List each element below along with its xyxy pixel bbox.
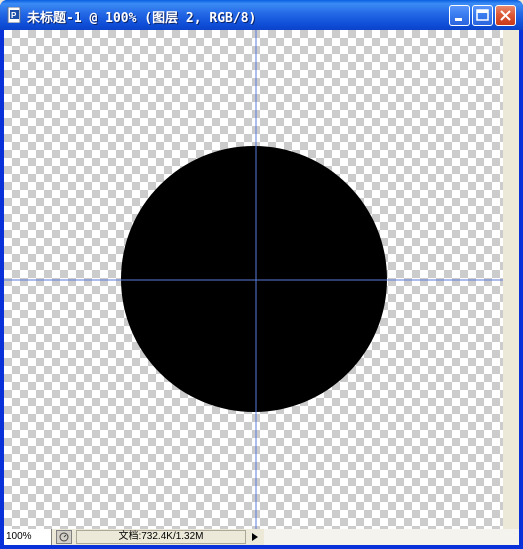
window-bottom-frame <box>0 545 523 549</box>
canvas-drawing <box>4 30 503 529</box>
close-icon <box>500 10 511 21</box>
zoom-field[interactable]: 100% <box>4 529 52 545</box>
document-info: 文档:732.4K/1.32M <box>76 530 246 544</box>
maximize-button[interactable] <box>472 5 493 26</box>
minimize-button[interactable] <box>449 5 470 26</box>
status-options-button[interactable] <box>56 530 72 544</box>
canvas-area[interactable] <box>4 30 519 529</box>
status-bar: 100% 文档:732.4K/1.32M <box>4 529 519 545</box>
title-bar[interactable]: P 未标题-1 @ 100% (图层 2, RGB/8) <box>0 0 523 30</box>
window-title: 未标题-1 @ 100% (图层 2, RGB/8) <box>27 11 257 26</box>
document-status-icon <box>59 532 69 542</box>
status-menu-arrow-icon[interactable] <box>248 530 262 544</box>
horizontal-scrollbar[interactable] <box>264 529 519 545</box>
svg-text:P: P <box>11 11 17 20</box>
minimize-icon <box>455 18 462 21</box>
vertical-scroll-strip[interactable] <box>503 30 519 529</box>
photoshop-document-icon: P <box>7 7 21 23</box>
document-window: P 未标题-1 @ 100% (图层 2, RGB/8) 100% 文档:732… <box>0 0 523 549</box>
black-circle-shape <box>121 146 387 412</box>
maximize-icon <box>476 9 489 21</box>
close-button[interactable] <box>495 5 516 26</box>
